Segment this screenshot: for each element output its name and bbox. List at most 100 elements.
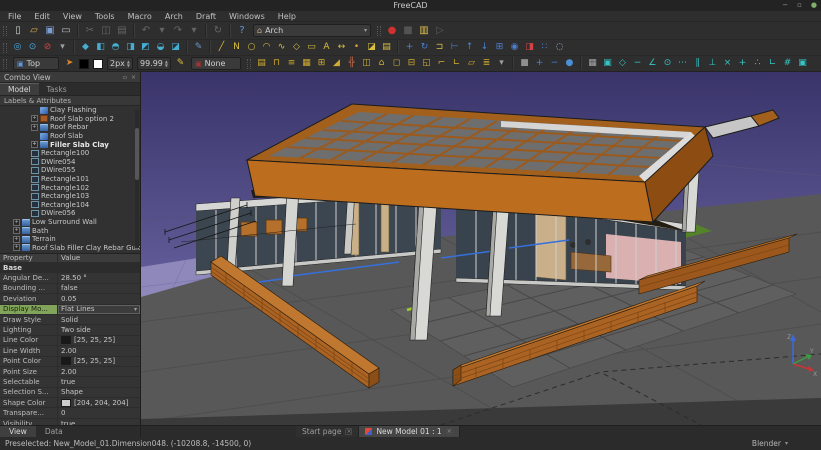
tree-scrollbar[interactable] [135, 110, 139, 248]
3d-viewport[interactable]: Z Y X [141, 72, 821, 425]
undo-button[interactable]: ↶ [139, 24, 153, 38]
draft-point-button[interactable]: • [350, 41, 363, 54]
property-draw-style[interactable]: Draw Style Solid [0, 315, 140, 325]
arch-stairs-button[interactable]: ≣ [480, 57, 493, 70]
tree-item-rectangle101[interactable]: Rectangle101 [0, 175, 140, 184]
expander-icon[interactable] [13, 227, 20, 234]
draft-polygon-button[interactable]: ◇ [290, 41, 303, 54]
expander-icon[interactable] [31, 124, 38, 131]
Help[interactable]: Help [278, 12, 296, 21]
property-deviation[interactable]: Deviation 0.05 [0, 294, 140, 304]
undo-dropdown[interactable]: ▾ [155, 24, 169, 38]
draft-clone-button[interactable]: ◌ [553, 41, 566, 54]
snap-angle-button[interactable]: ∠ [646, 57, 659, 70]
draft-downgrade-button[interactable]: ↓ [478, 41, 491, 54]
snap-grid-button[interactable]: # [781, 57, 794, 70]
draft-style-arrow-icon[interactable]: ➤ [63, 57, 76, 70]
color-swatch[interactable] [61, 399, 71, 407]
print-button[interactable]: ▭ [59, 24, 73, 38]
draw-style-button[interactable]: ⊘ [41, 41, 54, 54]
draft-upgrade-button[interactable]: ↑ [463, 41, 476, 54]
fit-all-button[interactable]: ◎ [11, 41, 24, 54]
whats-this-button[interactable]: ? [235, 24, 249, 38]
property-bounding-box[interactable]: Bounding ... false [0, 284, 140, 294]
property-point-size[interactable]: Point Size 2.00 [0, 367, 140, 377]
arch-connector-button[interactable]: ∟ [450, 57, 463, 70]
Data[interactable]: Data [36, 426, 72, 437]
expander-icon[interactable] [13, 244, 20, 251]
snap-endpoint-button[interactable]: ◇ [616, 57, 629, 70]
draft-rotate-button[interactable]: ↻ [418, 41, 431, 54]
property-point-color[interactable]: Point Color [25, 25, 25] [0, 357, 140, 367]
tree-item-roof-slab-filler-clay-rebar-guide[interactable]: Roof Slab Filler Clay Rebar Guide [0, 244, 140, 253]
draft-line-button[interactable]: ╱ [215, 41, 228, 54]
draft-bspline-button[interactable]: ∿ [275, 41, 288, 54]
draw-style-dropdown[interactable]: ▾ [56, 41, 69, 54]
draft-hatch-button[interactable]: ▤ [380, 41, 393, 54]
draft-arc-button[interactable]: ◠ [260, 41, 273, 54]
tree-item-dwire054[interactable]: DWire054 [0, 158, 140, 167]
draft-select-group-button[interactable]: ⊞ [493, 41, 506, 54]
macro-edit-button[interactable]: ▥ [417, 24, 431, 38]
property-line-width[interactable]: Line Width 2.00 [0, 346, 140, 356]
title-bar[interactable]: FreeCAD −▫● [0, 0, 821, 11]
toolbar-grip[interactable] [247, 59, 251, 69]
maximize-button[interactable]: ▫ [797, 0, 802, 11]
Windows[interactable]: Windows [229, 12, 265, 21]
tree-item-clay-flashing[interactable]: Clay Flashing [0, 106, 140, 115]
tree-item-terrain[interactable]: Terrain [0, 235, 140, 244]
combo-view-header[interactable]: Combo View ▫ × [0, 72, 140, 83]
close-tab-icon[interactable] [345, 428, 352, 435]
tree-item-dwire055[interactable]: DWire055 [0, 166, 140, 175]
working-plane-selector[interactable]: ▣ Top [13, 57, 59, 70]
line-width-spinner[interactable]: 2px ▲▼ [107, 57, 133, 70]
Tools[interactable]: Tools [95, 12, 115, 21]
draft-polyline-button[interactable]: N [230, 41, 243, 54]
draft-facebinder-button[interactable]: ◪ [365, 41, 378, 54]
snap-near-button[interactable]: ∴ [751, 57, 764, 70]
arch-remove-component-button[interactable]: − [548, 57, 561, 70]
macro-record-button[interactable]: ● [385, 24, 399, 38]
File[interactable]: File [8, 12, 21, 21]
view-isometric-button[interactable]: ◆ [79, 41, 92, 54]
property-line-color[interactable]: Line Color [25, 25, 25] [0, 336, 140, 346]
snap-center-button[interactable]: ⊙ [661, 57, 674, 70]
color-swatch[interactable] [61, 357, 71, 365]
tree-item-low-surround-wall[interactable]: Low Surround Wall [0, 218, 140, 227]
snap-extension-button[interactable]: ⋯ [676, 57, 689, 70]
copy-button[interactable]: ◫ [99, 24, 113, 38]
draft-offset-button[interactable]: ⊐ [433, 41, 446, 54]
toolbar-grip[interactable] [3, 43, 7, 53]
refresh-button[interactable]: ↻ [211, 24, 225, 38]
tree-item-dwire056[interactable]: DWire056 [0, 209, 140, 218]
redo-button[interactable]: ↷ [171, 24, 185, 38]
toolbar-grip[interactable] [3, 26, 7, 36]
arch-reference-button[interactable]: ◱ [420, 57, 433, 70]
dropdown-caret-icon[interactable] [134, 306, 137, 313]
toolbar-grip[interactable] [377, 26, 381, 36]
tree-item-roof-rebar[interactable]: Roof Rebar [0, 123, 140, 132]
snap-midpoint-button[interactable]: − [631, 57, 644, 70]
view-rear-button[interactable]: ◩ [139, 41, 152, 54]
tree-item-rectangle102[interactable]: Rectangle102 [0, 183, 140, 192]
draft-shape2dview-button[interactable]: ◉ [508, 41, 521, 54]
arch-window-button[interactable]: ⊞ [315, 57, 328, 70]
cut-button[interactable]: ✂ [83, 24, 97, 38]
draft-array-button[interactable]: ∷ [538, 41, 551, 54]
property-lighting[interactable]: Lighting Two side [0, 325, 140, 335]
property-shape-color[interactable]: Shape Color [204, 204, 204] [0, 398, 140, 408]
Arch[interactable]: Arch [165, 12, 183, 21]
draft-rectangle-button[interactable]: ▭ [305, 41, 318, 54]
arch-add-component-button[interactable]: + [533, 57, 546, 70]
view-bottom-button[interactable]: ◒ [154, 41, 167, 54]
View[interactable]: View [63, 12, 82, 21]
tree-item-rectangle103[interactable]: Rectangle103 [0, 192, 140, 201]
redo-dropdown[interactable]: ▾ [187, 24, 201, 38]
macro-play-button[interactable]: ▷ [433, 24, 447, 38]
view-left-button[interactable]: ◪ [169, 41, 182, 54]
expander-icon[interactable] [31, 115, 38, 122]
close-tab-icon[interactable] [446, 428, 453, 435]
expander-icon[interactable] [13, 236, 20, 243]
draft-circle-button[interactable]: ○ [245, 41, 258, 54]
arch-wall-button[interactable]: ▤ [255, 57, 268, 70]
